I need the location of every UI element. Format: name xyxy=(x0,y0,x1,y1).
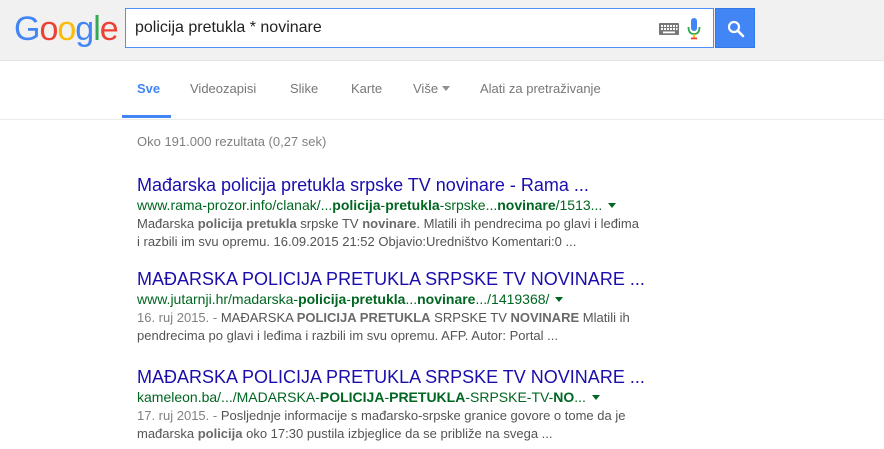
text-fragment: mađarska xyxy=(137,426,198,441)
highlighted-term: pretukla xyxy=(385,197,440,213)
highlighted-term: NOVINARE xyxy=(510,310,580,325)
result-url: www.jutarnji.hr/madarska-policija-pretuk… xyxy=(137,291,677,308)
highlighted-term: novinare xyxy=(497,197,556,213)
search-icon xyxy=(727,20,745,38)
snippet-line: i razbili im svu opremu. 16.09.2015 21:5… xyxy=(137,233,657,251)
text-fragment: pendrecima po glavi i leđima i razbili i… xyxy=(137,328,559,343)
text-fragment: /1513... xyxy=(555,197,603,213)
highlighted-term: pretukla xyxy=(350,291,406,307)
tab-images[interactable]: Slike xyxy=(290,81,318,96)
dropdown-arrow-icon[interactable] xyxy=(591,394,600,400)
logo-letter: o xyxy=(39,10,58,48)
text-fragment: MAĐARSKA xyxy=(220,310,297,325)
snippet-line: mađarska policija oko 17:30 pustila izbj… xyxy=(137,425,657,443)
result-title-link[interactable]: Mađarska policija pretukla srpske TV nov… xyxy=(137,174,677,196)
search-box[interactable] xyxy=(125,8,714,48)
snippet-line: 17. ruj 2015. - Posljednje informacije s… xyxy=(137,407,657,425)
highlighted-term: novinare xyxy=(362,216,417,231)
logo-letter: o xyxy=(57,10,76,48)
search-tabs: Sve Videozapisi Slike Karte Više Alati z… xyxy=(0,61,884,120)
text-fragment: Mađarska xyxy=(137,216,198,231)
snippet-line: Mađarska policija pretukla srpske TV nov… xyxy=(137,215,657,233)
result-snippet: 16. ruj 2015. - MAĐARSKA POLICIJA PRETUK… xyxy=(137,309,657,345)
result-snippet: Mađarska policija pretukla srpske TV nov… xyxy=(137,215,657,251)
highlighted-term: POLICIJA xyxy=(319,389,385,405)
highlighted-term: NO xyxy=(553,389,575,405)
highlighted-term: PRETUKLA xyxy=(389,389,466,405)
tab-all[interactable]: Sve xyxy=(137,81,160,96)
tab-videos[interactable]: Videozapisi xyxy=(190,81,256,96)
text-fragment: oko 17:30 pustila izbjeglice da se pribl… xyxy=(242,426,553,441)
dropdown-arrow-icon[interactable] xyxy=(555,296,564,302)
result-url-text: www.rama-prozor.info/clanak/...policija -… xyxy=(137,197,602,213)
text-fragment: ... xyxy=(574,389,586,405)
search-result: MAĐARSKA POLICIJA PRETUKLA SRPSKE TV NOV… xyxy=(137,268,677,345)
snippet-line: 16. ruj 2015. - MAĐARSKA POLICIJA PRETUK… xyxy=(137,309,657,327)
text-fragment: srpske TV xyxy=(296,216,363,231)
active-tab-indicator xyxy=(122,115,171,118)
google-logo[interactable]: Google xyxy=(14,10,119,48)
caret-down-icon xyxy=(442,86,451,92)
logo-letter: G xyxy=(14,10,40,48)
header-bar: Google xyxy=(0,0,884,61)
result-title-link[interactable]: MAĐARSKA POLICIJA PRETUKLA SRPSKE TV NOV… xyxy=(137,366,677,388)
text-fragment: .../1419368/ xyxy=(475,291,550,307)
highlighted-term: POLICIJA PRETUKLA xyxy=(296,310,431,325)
tab-maps[interactable]: Karte xyxy=(351,81,382,96)
highlighted-term: policija xyxy=(298,291,347,307)
text-fragment: Posljednje informacije s mađarsko-srpske… xyxy=(220,408,626,423)
search-result: MAĐARSKA POLICIJA PRETUKLA SRPSKE TV NOV… xyxy=(137,366,677,443)
result-snippet: 17. ruj 2015. - Posljednje informacije s… xyxy=(137,407,657,443)
highlighted-term: policija xyxy=(197,426,243,441)
search-result: Mađarska policija pretukla srpske TV nov… xyxy=(137,174,677,251)
result-url-text: www.jutarnji.hr/madarska-policija-pretuk… xyxy=(137,291,549,307)
result-date: 17. ruj 2015. - xyxy=(137,408,221,423)
text-fragment: Mlatili ih xyxy=(579,310,630,325)
text-fragment: -srpske... xyxy=(439,197,498,213)
dropdown-arrow-icon[interactable] xyxy=(608,202,617,208)
text-fragment: SRPSKE TV xyxy=(430,310,511,325)
logo-letter: g xyxy=(75,10,94,48)
text-fragment: i razbili im svu opremu. 16.09.2015 21:5… xyxy=(137,234,577,249)
tab-more[interactable]: Više xyxy=(413,81,451,96)
result-date: 16. ruj 2015. - xyxy=(137,310,221,325)
tab-more-label: Više xyxy=(413,81,439,96)
text-fragment: www.rama-prozor.info/clanak/... xyxy=(137,197,333,213)
search-button[interactable] xyxy=(715,8,755,48)
tab-search-tools[interactable]: Alati za pretraživanje xyxy=(480,81,601,96)
search-input[interactable] xyxy=(135,17,655,39)
highlighted-term: novinare xyxy=(417,291,476,307)
microphone-icon[interactable] xyxy=(687,17,701,41)
text-fragment: -SRPSKE-TV- xyxy=(465,389,554,405)
highlighted-term: policija xyxy=(332,197,381,213)
snippet-line: pendrecima po glavi i leđima i razbili i… xyxy=(137,327,657,345)
keyboard-icon[interactable] xyxy=(659,23,679,35)
result-stats: Oko 191.000 rezultata (0,27 sek) xyxy=(137,134,327,149)
text-fragment: kameleon.ba/.../MADARSKA- xyxy=(137,389,320,405)
logo-letter: e xyxy=(99,10,119,48)
result-title-link[interactable]: MAĐARSKA POLICIJA PRETUKLA SRPSKE TV NOV… xyxy=(137,268,677,290)
text-fragment: ... xyxy=(405,291,418,307)
highlighted-term: policija pretukla xyxy=(197,216,297,231)
result-url: www.rama-prozor.info/clanak/...policija -… xyxy=(137,197,677,214)
result-url: kameleon.ba/.../MADARSKA-POLICIJA-PRETUK… xyxy=(137,389,677,406)
result-url-text: kameleon.ba/.../MADARSKA-POLICIJA-PRETUK… xyxy=(137,389,586,405)
text-fragment: . Mlatili ih pendrecima po glavi i leđim… xyxy=(416,216,639,231)
text-fragment: www.jutarnji.hr/madarska- xyxy=(137,291,299,307)
